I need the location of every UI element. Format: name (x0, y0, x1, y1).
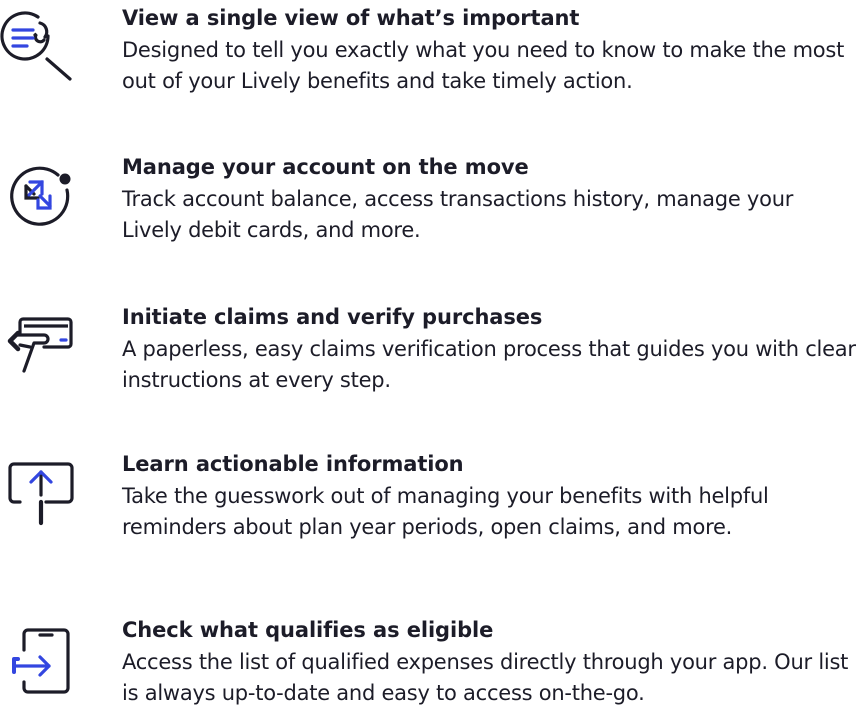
upload-info-icon (0, 455, 80, 535)
document-search-icon (0, 4, 80, 84)
account-transfer-icon (0, 155, 80, 235)
card-claim-icon (0, 305, 80, 385)
feature-description: Take the guesswork out of managing your … (122, 484, 769, 539)
feature-title: Check what qualifies as eligible (122, 618, 494, 642)
feature-description: Designed to tell you exactly what you ne… (122, 38, 845, 93)
feature-text: Manage your account on the move Track ac… (122, 153, 857, 246)
feature-title: View a single view of what’s important (122, 6, 580, 30)
feature-text: Learn actionable information Take the gu… (122, 450, 857, 543)
feature-description: Access the list of qualified expenses di… (122, 650, 849, 705)
feature-text: Initiate claims and verify purchases A p… (122, 303, 857, 396)
feature-title: Manage your account on the move (122, 155, 529, 179)
feature-description: A paperless, easy claims verification pr… (122, 337, 856, 392)
feature-description: Track account balance, access transactio… (122, 187, 794, 242)
feature-title: Initiate claims and verify purchases (122, 305, 543, 329)
phone-eligible-icon (0, 622, 80, 702)
feature-text: View a single view of what’s important D… (122, 4, 857, 97)
feature-title: Learn actionable information (122, 452, 464, 476)
feature-text: Check what qualifies as eligible Access … (122, 616, 857, 709)
